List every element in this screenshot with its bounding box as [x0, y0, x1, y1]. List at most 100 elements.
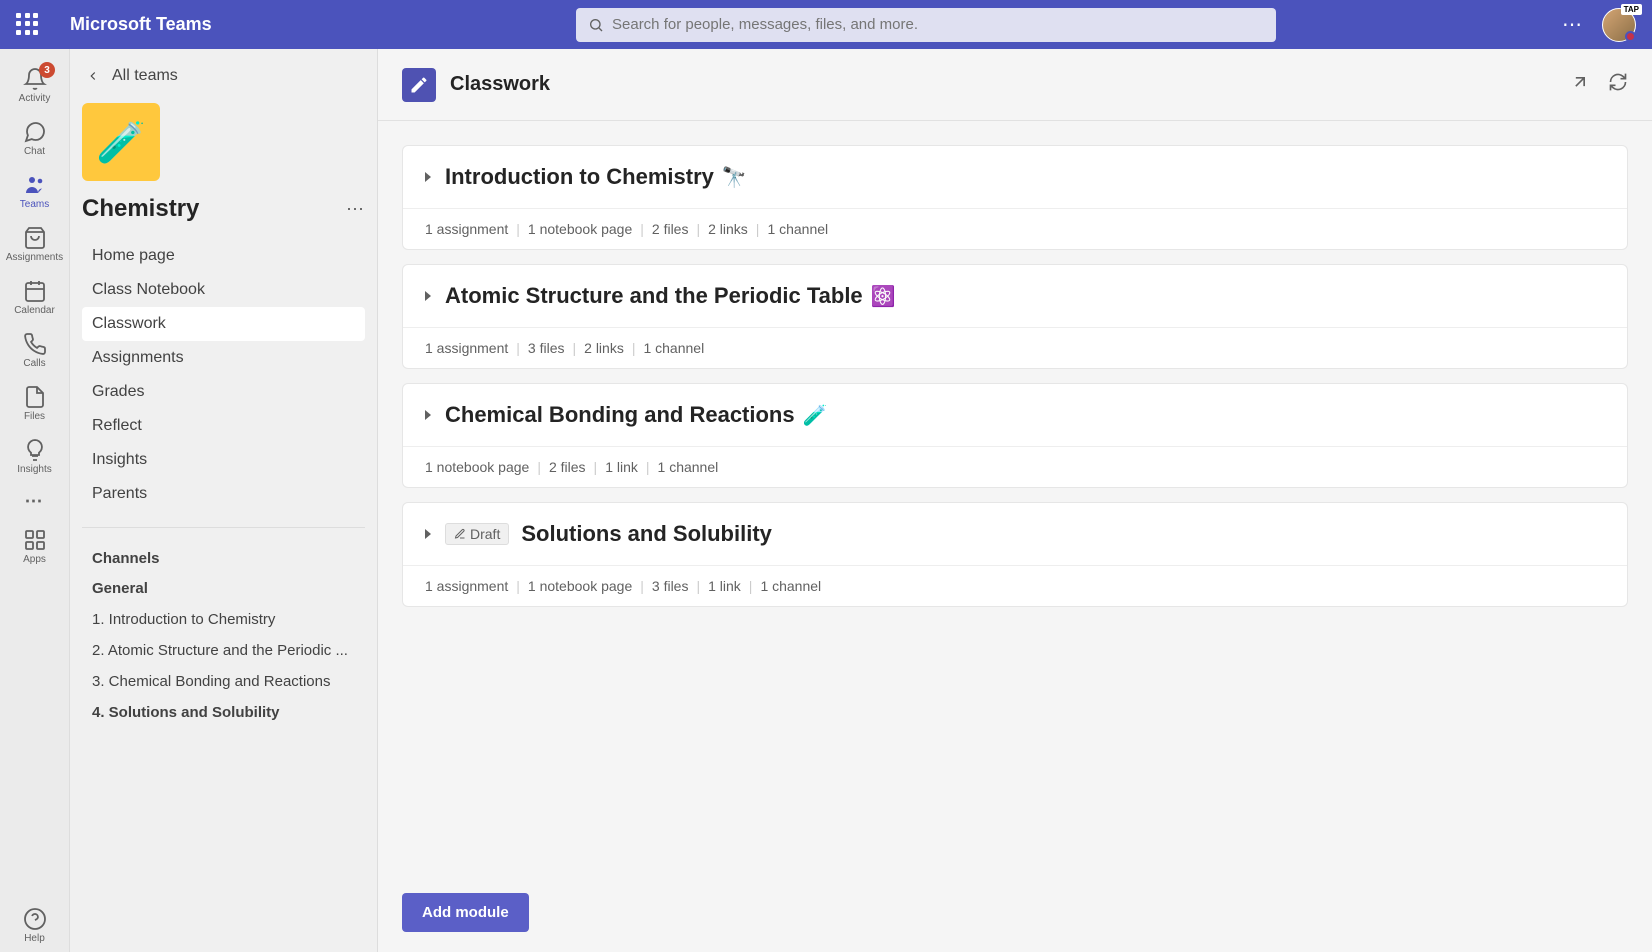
search-container	[310, 8, 1542, 42]
footer: Add module	[378, 873, 1652, 952]
apps-icon	[23, 528, 47, 552]
search-box[interactable]	[576, 8, 1276, 42]
module-title: Chemical Bonding and Reactions🧪	[445, 402, 828, 428]
team-sidebar: All teams 🧪 Chemistry ⋯ Home pageClass N…	[70, 49, 378, 952]
rail-insights[interactable]: Insights	[0, 430, 69, 483]
caret-right-icon	[425, 529, 431, 539]
top-bar: Microsoft Teams ⋯ TAP	[0, 0, 1652, 49]
module-meta: 1 notebook page|2 files|1 link|1 channel	[403, 446, 1627, 487]
expand-icon[interactable]	[1570, 72, 1590, 97]
nav-item-parents[interactable]: Parents	[82, 477, 365, 511]
help-icon	[23, 907, 47, 931]
module-card: Atomic Structure and the Periodic Table⚛…	[402, 264, 1628, 369]
team-avatar[interactable]: 🧪	[82, 103, 160, 181]
rail-more[interactable]: ⋯	[0, 483, 69, 520]
rail-help[interactable]: Help	[0, 899, 69, 952]
chat-icon	[23, 120, 47, 144]
more-icon[interactable]: ⋯	[1562, 12, 1584, 37]
avatar-tag: TAP	[1621, 4, 1642, 15]
classwork-app-icon	[402, 68, 436, 102]
nav-item-assignments[interactable]: Assignments	[82, 341, 365, 375]
app-title: Microsoft Teams	[70, 14, 310, 35]
calendar-icon	[23, 279, 47, 303]
channel-item[interactable]: 4. Solutions and Solubility	[82, 697, 365, 728]
divider	[82, 527, 365, 528]
caret-right-icon	[425, 410, 431, 420]
module-header[interactable]: Draft Solutions and Solubility	[403, 503, 1627, 565]
team-name: Chemistry	[82, 195, 199, 223]
rail-label: Calendar	[14, 305, 55, 316]
module-title: Solutions and Solubility	[521, 521, 772, 547]
ellipsis-icon: ⋯	[25, 491, 45, 512]
channel-item[interactable]: 2. Atomic Structure and the Periodic ...	[82, 635, 365, 666]
bulb-icon	[23, 438, 47, 462]
module-header[interactable]: Atomic Structure and the Periodic Table⚛…	[403, 265, 1627, 327]
rail-apps[interactable]: Apps	[0, 520, 69, 573]
channel-item[interactable]: General	[82, 573, 365, 604]
main: 3 Activity Chat Teams Assignments Calend…	[0, 49, 1652, 952]
caret-right-icon	[425, 172, 431, 182]
content-area: Classwork Introduction to Chemistry🔭 1 as…	[378, 49, 1652, 952]
rail-chat[interactable]: Chat	[0, 112, 69, 165]
nav-item-reflect[interactable]: Reflect	[82, 409, 365, 443]
file-icon	[23, 385, 47, 409]
module-card: Chemical Bonding and Reactions🧪 1 noteboo…	[402, 383, 1628, 488]
chevron-left-icon	[86, 69, 100, 83]
caret-right-icon	[425, 291, 431, 301]
team-header: Chemistry ⋯	[82, 195, 365, 223]
nav-item-class-notebook[interactable]: Class Notebook	[82, 273, 365, 307]
rail-teams[interactable]: Teams	[0, 165, 69, 218]
rail-activity[interactable]: 3 Activity	[0, 59, 69, 112]
tab-title: Classwork	[450, 73, 1570, 96]
tab-actions	[1570, 72, 1628, 97]
module-header[interactable]: Chemical Bonding and Reactions🧪	[403, 384, 1627, 446]
channel-item[interactable]: 1. Introduction to Chemistry	[82, 604, 365, 635]
teams-icon	[23, 173, 47, 197]
bag-icon	[23, 226, 47, 250]
module-card: Introduction to Chemistry🔭 1 assignment|1…	[402, 145, 1628, 250]
add-module-button[interactable]: Add module	[402, 893, 529, 932]
draft-badge: Draft	[445, 523, 509, 545]
rail-label: Chat	[24, 146, 45, 157]
back-label: All teams	[112, 67, 178, 85]
refresh-icon[interactable]	[1608, 72, 1628, 97]
channel-item[interactable]: 3. Chemical Bonding and Reactions	[82, 666, 365, 697]
nav-item-grades[interactable]: Grades	[82, 375, 365, 409]
team-more-icon[interactable]: ⋯	[346, 199, 365, 220]
rail-calendar[interactable]: Calendar	[0, 271, 69, 324]
activity-badge: 3	[39, 62, 55, 78]
back-all-teams[interactable]: All teams	[82, 67, 365, 85]
module-meta: 1 assignment|1 notebook page|2 files|2 l…	[403, 208, 1627, 249]
phone-icon	[23, 332, 47, 356]
module-title: Introduction to Chemistry🔭	[445, 164, 747, 190]
rail-label: Help	[24, 933, 45, 944]
search-icon	[588, 17, 604, 33]
module-emoji-icon: 🔭	[722, 165, 747, 190]
rail-label: Activity	[19, 93, 51, 104]
nav-item-home-page[interactable]: Home page	[82, 239, 365, 273]
tab-header: Classwork	[378, 49, 1652, 121]
rail-assignments[interactable]: Assignments	[0, 218, 69, 271]
nav-item-classwork[interactable]: Classwork	[82, 307, 365, 341]
module-title: Atomic Structure and the Periodic Table⚛…	[445, 283, 896, 309]
profile-button[interactable]: TAP	[1602, 8, 1636, 42]
rail-label: Teams	[20, 199, 49, 210]
modules-scroll[interactable]: Introduction to Chemistry🔭 1 assignment|1…	[378, 121, 1652, 952]
top-right: ⋯ TAP	[1562, 8, 1636, 42]
channels-header: Channels	[82, 544, 365, 573]
module-meta: 1 assignment|3 files|2 links|1 channel	[403, 327, 1627, 368]
module-header[interactable]: Introduction to Chemistry🔭	[403, 146, 1627, 208]
module-emoji-icon: 🧪	[803, 403, 828, 428]
rail-label: Apps	[23, 554, 46, 565]
rail-files[interactable]: Files	[0, 377, 69, 430]
module-meta: 1 assignment|1 notebook page|3 files|1 l…	[403, 565, 1627, 606]
search-input[interactable]	[612, 16, 1264, 33]
presence-icon	[1625, 31, 1636, 42]
nav-item-insights[interactable]: Insights	[82, 443, 365, 477]
rail-label: Assignments	[6, 252, 63, 263]
app-launcher-icon[interactable]	[16, 13, 40, 37]
rail-label: Insights	[17, 464, 51, 475]
rail-calls[interactable]: Calls	[0, 324, 69, 377]
app-rail: 3 Activity Chat Teams Assignments Calend…	[0, 49, 70, 952]
module-card: Draft Solutions and Solubility 1 assignmen…	[402, 502, 1628, 607]
